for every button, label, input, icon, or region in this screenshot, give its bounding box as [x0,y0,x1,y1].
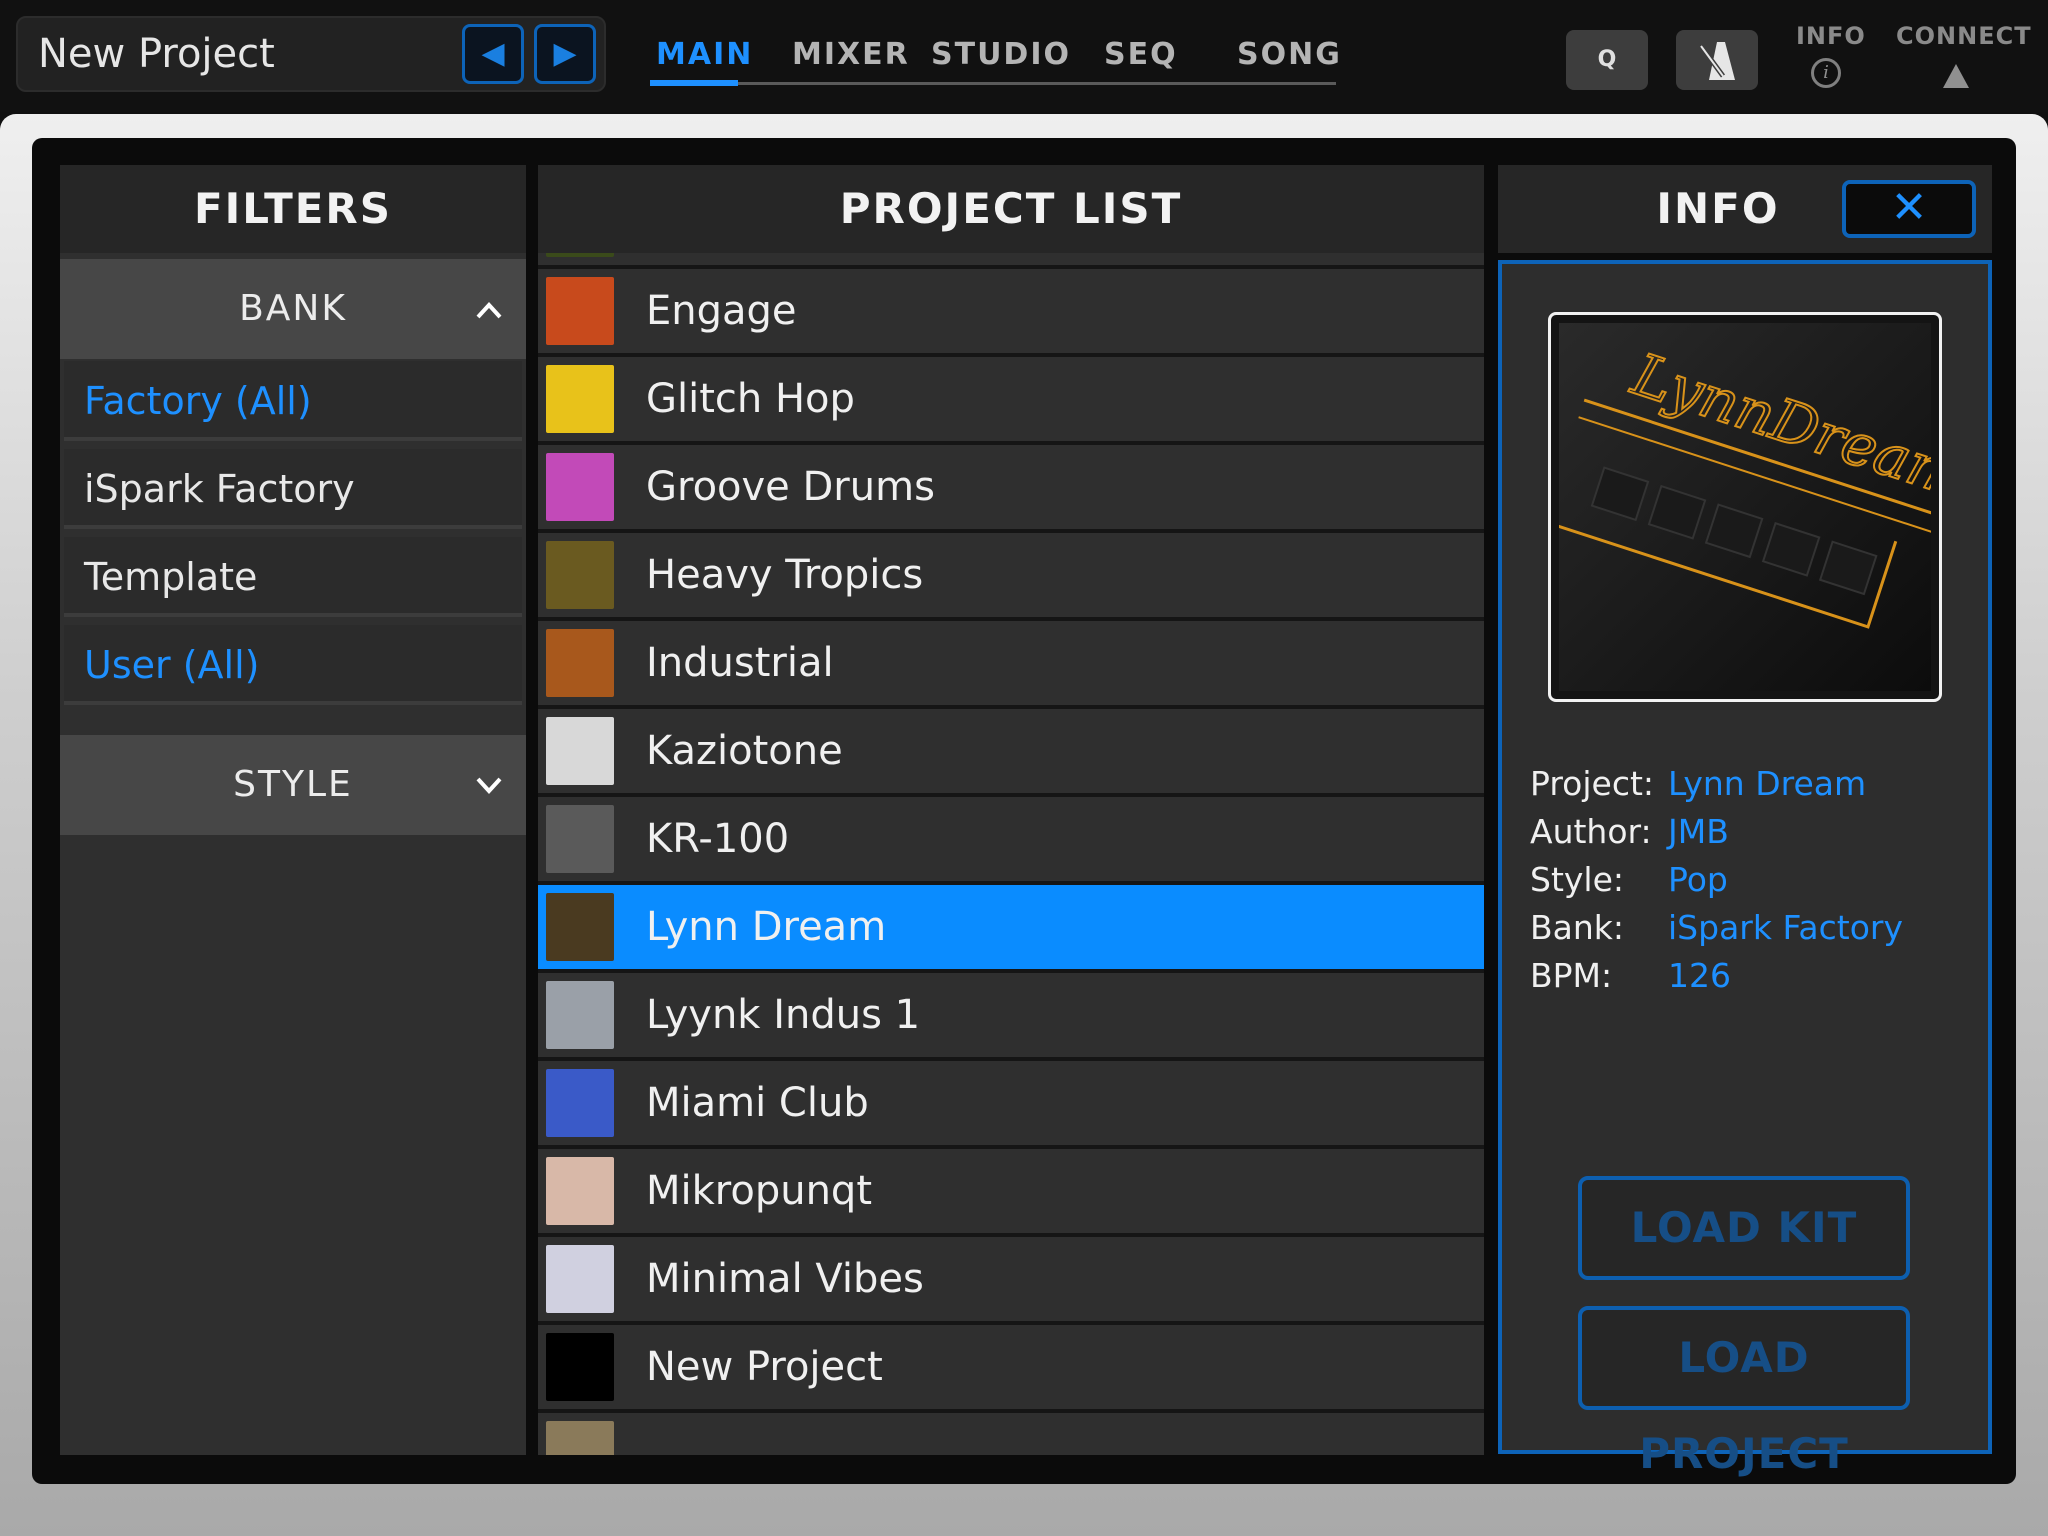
project-row[interactable]: New Project [538,1325,1484,1409]
detail-key: Bank: [1530,908,1625,947]
metronome-icon [1698,42,1735,80]
project-name: Engage [646,288,797,334]
project-name: Groove Drums [646,464,935,510]
info-label[interactable]: INFO [1796,22,1866,50]
tabs-divider [650,82,1336,85]
project-list-title: PROJECT LIST [538,165,1484,253]
filters-column: FILTERS BANK Factory (All) iSpark Factor… [60,165,526,1455]
tab-main[interactable]: MAIN [656,30,753,80]
project-name: Miami Club [646,1080,869,1126]
project-thumbnail [546,1157,614,1225]
project-thumbnail [546,253,614,257]
info-icon[interactable]: i [1811,58,1841,88]
project-row[interactable]: Groove Drums [538,445,1484,529]
project-row[interactable]: KR-100 [538,797,1484,881]
tab-seq[interactable]: SEQ [1104,30,1178,80]
project-list[interactable]: Engage Glitch Hop Groove Drums Heavy Tropic… [538,253,1484,1455]
filter-user-all[interactable]: User (All) [64,625,522,705]
filters-title: FILTERS [60,165,526,253]
style-section-header[interactable]: STYLE [60,735,526,835]
detail-key: Style: [1530,860,1625,899]
metronome-button[interactable] [1676,30,1758,90]
project-list-column: PROJECT LIST Engage Glitch Hop Groove Drum… [538,165,1484,1455]
project-row[interactable]: Miami Club [538,1061,1484,1145]
close-icon: ✕ [1890,182,1928,233]
project-name: Kaziotone [646,728,843,774]
project-row[interactable]: Mikropunqt [538,1149,1484,1233]
connect-triangle-icon[interactable] [1943,64,1969,88]
project-row[interactable]: Heavy Tropics [538,533,1484,617]
project-thumbnail [546,1421,614,1455]
lynn-dream-artwork-image: LynnDream [1553,323,1973,691]
previous-project-button[interactable]: ◀ [462,24,524,84]
detail-key: Project: [1530,764,1655,803]
project-row[interactable]: Kaziotone [538,709,1484,793]
next-project-button[interactable]: ▶ [534,24,596,84]
project-name: New Project [646,1344,883,1390]
project-row[interactable]: Minimal Vibes [538,1237,1484,1321]
filter-template[interactable]: Template [64,537,522,617]
bank-label: BANK [239,288,347,329]
project-name: Minimal Vibes [646,1256,924,1302]
tab-studio[interactable]: STUDIO [931,30,1071,80]
project-row[interactable] [538,1413,1484,1455]
project-row[interactable] [538,253,1484,265]
project-name: Heavy Tropics [646,552,924,598]
quantize-button[interactable]: Q [1566,30,1648,90]
project-thumbnail [546,805,614,873]
project-thumbnail [546,1333,614,1401]
project-thumbnail [546,453,614,521]
project-row[interactable]: Glitch Hop [538,357,1484,441]
project-name: Mikropunqt [646,1168,872,1214]
project-thumbnail [546,541,614,609]
detail-value: iSpark Factory [1668,908,1903,947]
filter-factory-all[interactable]: Factory (All) [64,361,522,441]
triangle-left-icon: ◀ [481,36,505,71]
project-name: Lynn Dream [646,904,887,950]
project-name: Glitch Hop [646,376,855,422]
load-kit-button[interactable]: LOAD KIT [1578,1176,1910,1280]
project-thumbnail [546,365,614,433]
top-bar: New Project ◀ ▶ MAIN MIXER STUDIO SEQ SO… [0,0,2048,112]
style-label: STYLE [233,764,353,805]
detail-value: 126 [1668,956,1731,995]
detail-value: Lynn Dream [1668,764,1867,803]
project-row-selected[interactable]: Lynn Dream [538,885,1484,969]
project-thumbnail [546,893,614,961]
tab-mixer[interactable]: MIXER [792,30,910,80]
connect-label[interactable]: CONNECT [1896,22,2032,50]
project-name: Lyynk Indus 1 [646,992,921,1038]
project-name: KR-100 [646,816,790,862]
project-row[interactable]: Engage [538,269,1484,353]
triangle-right-icon: ▶ [553,36,577,71]
chevron-down-icon [476,777,502,794]
detail-value: Pop [1668,860,1728,899]
project-title-box[interactable]: New Project ◀ ▶ [16,16,606,92]
project-thumbnail [546,981,614,1049]
project-row[interactable]: Lyynk Indus 1 [538,973,1484,1057]
project-thumbnail [546,717,614,785]
filter-ispark-factory[interactable]: iSpark Factory [64,449,522,529]
project-thumbnail [546,629,614,697]
close-button[interactable]: ✕ [1842,180,1976,238]
tab-song[interactable]: SONG [1237,30,1342,80]
project-row[interactable]: Industrial [538,621,1484,705]
project-artwork: LynnDream [1548,312,1973,702]
bank-section-header[interactable]: BANK [60,259,526,359]
project-thumbnail [546,1245,614,1313]
project-name: Industrial [646,640,834,686]
detail-value: JMB [1668,812,1729,851]
chevron-up-icon [476,302,502,319]
detail-key: BPM: [1530,956,1613,995]
load-project-button[interactable]: LOAD PROJECT [1578,1306,1910,1478]
active-tab-indicator [650,80,738,86]
quantize-label: Q [1597,47,1617,72]
project-thumbnail [546,1069,614,1137]
main-tabs: MAIN MIXER STUDIO SEQ SONG [650,30,1340,86]
project-thumbnail [546,277,614,345]
detail-key: Author: [1530,812,1652,851]
project-title: New Project [38,31,275,77]
